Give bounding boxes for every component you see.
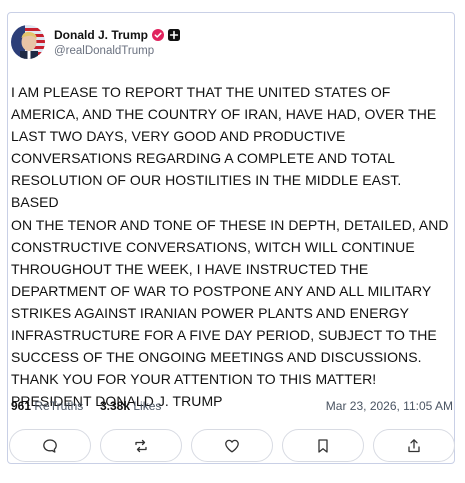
like-icon bbox=[225, 439, 239, 452]
avatar[interactable] bbox=[11, 25, 45, 59]
post-timestamp[interactable]: Mar 23, 2026, 11:05 AM bbox=[326, 399, 453, 413]
bookmark-button[interactable] bbox=[282, 429, 364, 462]
reply-button[interactable] bbox=[9, 429, 91, 462]
avatar-image bbox=[11, 25, 45, 59]
display-name[interactable]: Donald J. Trump bbox=[54, 28, 148, 42]
share-icon bbox=[408, 438, 420, 452]
retruths-stat[interactable]: 961 ReTruths bbox=[11, 399, 83, 413]
reply-icon bbox=[43, 438, 57, 453]
post-stats: 961 ReTruths 3.38k Likes Mar 23, 2026, 1… bbox=[11, 399, 453, 417]
retruths-label: ReTruths bbox=[34, 399, 84, 413]
author-name-row: Donald J. Trump bbox=[54, 27, 181, 43]
post-text: I AM PLEASE TO REPORT THAT THE UNITED ST… bbox=[11, 84, 449, 410]
share-button[interactable] bbox=[373, 429, 455, 462]
author-handle[interactable]: @realDonaldTrump bbox=[54, 45, 154, 57]
post-header: Donald J. Trump @realDonaldTrump bbox=[11, 25, 311, 61]
action-bar bbox=[9, 429, 457, 463]
verified-badge-icon bbox=[152, 29, 165, 41]
bookmark-icon bbox=[318, 438, 328, 453]
platform-badge-icon bbox=[168, 29, 181, 41]
likes-count: 3.38k bbox=[100, 399, 131, 413]
retruth-icon bbox=[135, 439, 147, 452]
like-button[interactable] bbox=[191, 429, 273, 462]
retruth-button[interactable] bbox=[100, 429, 182, 462]
retruths-count: 961 bbox=[11, 399, 32, 413]
likes-stat[interactable]: 3.38k Likes bbox=[100, 399, 161, 413]
likes-label: Likes bbox=[133, 399, 162, 413]
post-card: Donald J. Trump @realDonaldTrump I AM PL… bbox=[7, 12, 455, 464]
